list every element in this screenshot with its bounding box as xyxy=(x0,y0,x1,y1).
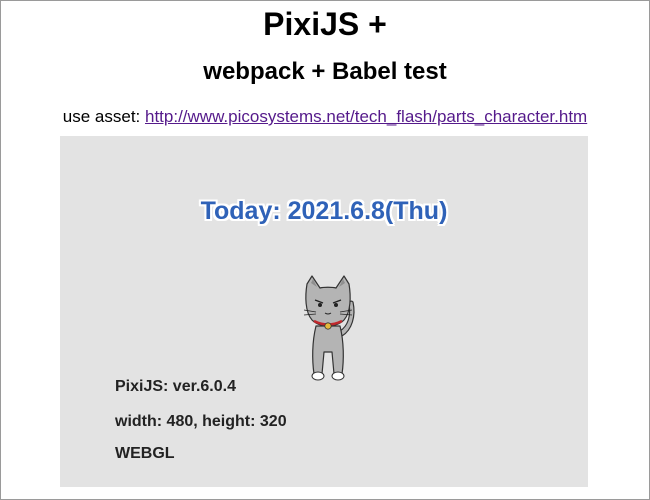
renderer-type-text: WEBGL xyxy=(115,445,175,462)
canvas-size-text: width: 480, height: 320 xyxy=(115,413,287,430)
pixi-canvas[interactable]: Today: 2021.6.8(Thu) PixiJS: ver.6.0.4 w… xyxy=(60,136,588,487)
page-title: PixiJS + xyxy=(263,6,387,42)
today-text: Today: 2021.6.8(Thu) xyxy=(200,197,448,225)
asset-link[interactable]: http://www.picosystems.net/tech_flash/pa… xyxy=(145,107,587,126)
cat-character xyxy=(303,275,355,381)
asset-label: use asset: xyxy=(62,107,145,126)
page-subtitle: webpack + Babel test xyxy=(203,58,447,85)
pixi-version-text: PixiJS: ver.6.0.4 xyxy=(115,378,236,395)
asset-line: use asset: http://www.picosystems.net/te… xyxy=(0,106,650,128)
